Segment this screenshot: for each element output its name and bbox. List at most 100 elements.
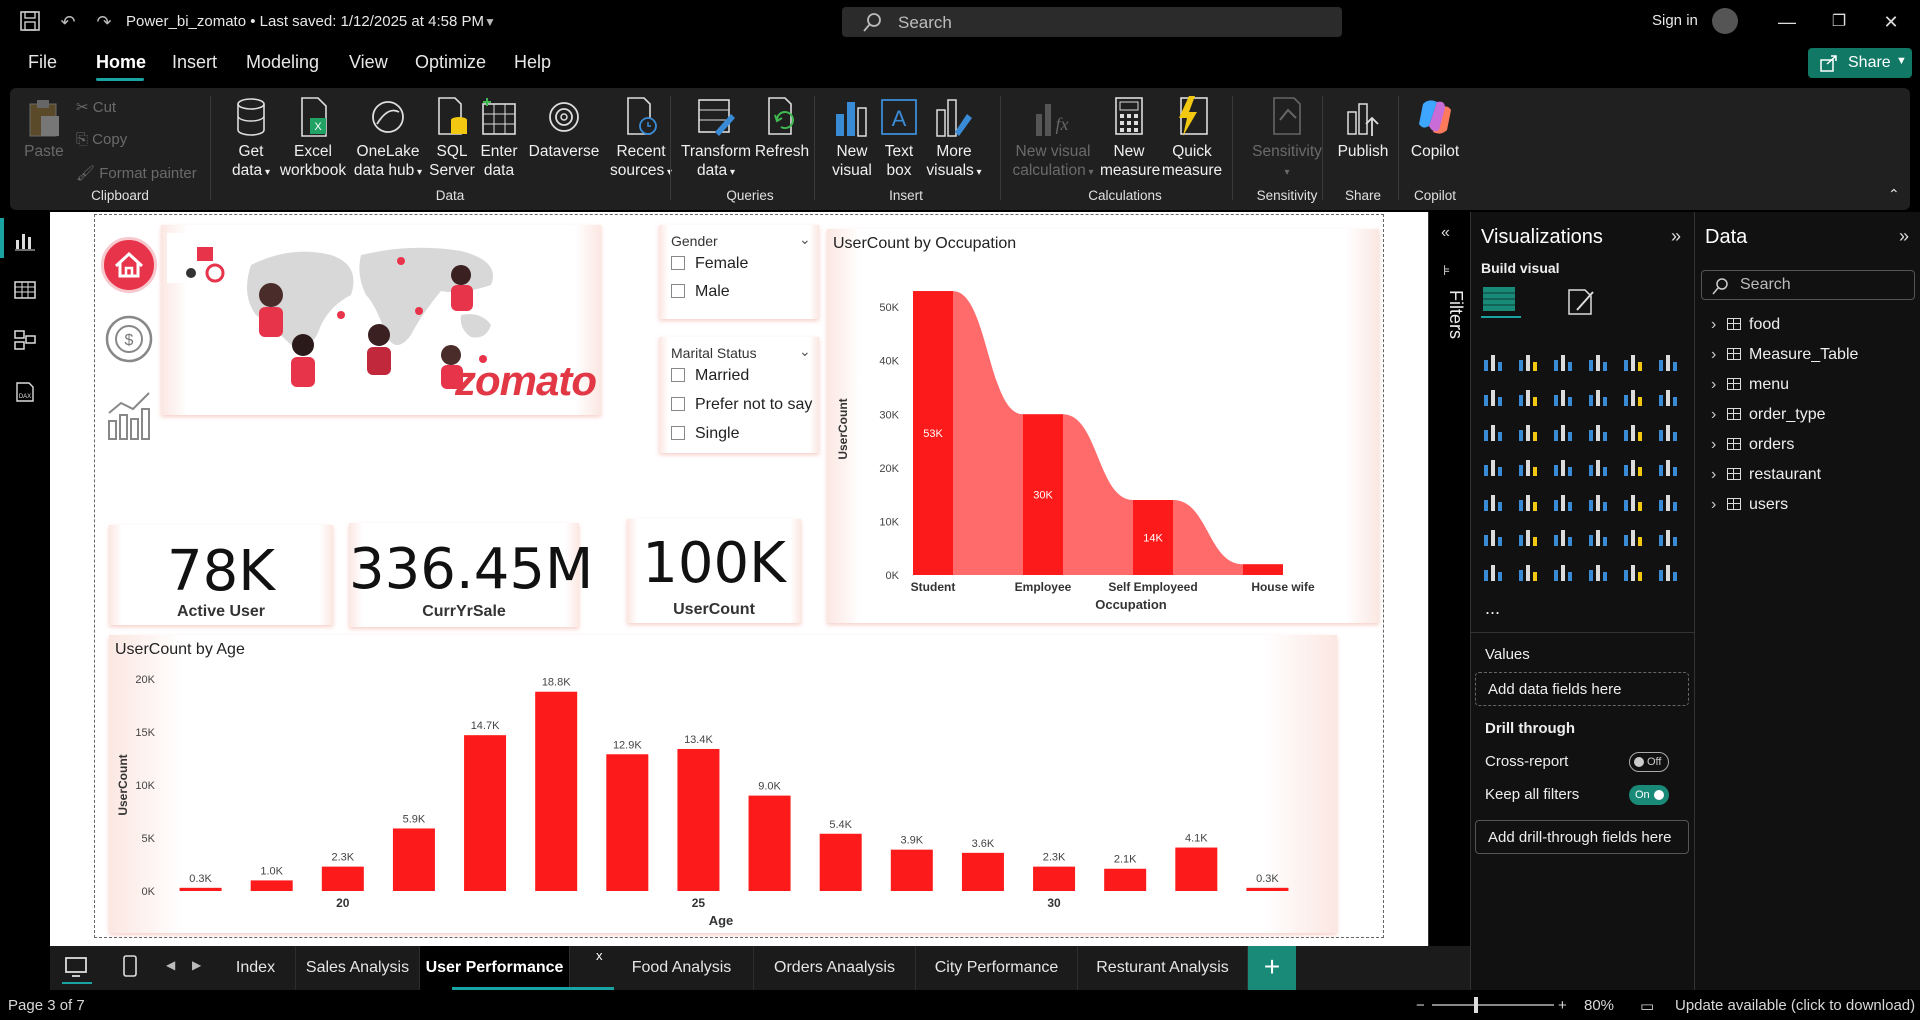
new-visual-calculation-button[interactable]: fx New visual calculation ▾ — [1008, 96, 1098, 182]
ribbon-area-icon[interactable] — [1586, 385, 1610, 409]
r-visual-icon[interactable] — [1656, 490, 1680, 514]
narrative-icon[interactable] — [1621, 525, 1645, 549]
funnel-icon[interactable] — [1551, 420, 1575, 444]
mobile-layout-icon[interactable] — [120, 954, 140, 985]
keep-all-filters-toggle[interactable]: On — [1629, 785, 1669, 805]
save-icon[interactable] — [18, 10, 42, 34]
matrix-icon[interactable] — [1621, 490, 1645, 514]
key-influencers-icon[interactable] — [1516, 525, 1540, 549]
table-item-menu[interactable]: › menu — [1711, 376, 1789, 394]
slicer-option-married[interactable]: Married — [671, 367, 749, 385]
model-view-icon[interactable] — [13, 328, 37, 352]
arcgis-icon[interactable] — [1586, 560, 1610, 584]
chevron-down-icon[interactable]: ⌄ — [799, 231, 811, 248]
page-tab-orders-anaalysis[interactable]: Orders Anaalysis — [754, 946, 916, 990]
filled-map-icon[interactable] — [1551, 455, 1575, 479]
slicer-option-male[interactable]: Male — [671, 283, 730, 301]
close-tab-icon[interactable]: x — [596, 948, 603, 963]
checkbox[interactable] — [671, 397, 685, 411]
zoom-out-button[interactable]: − — [1416, 997, 1425, 1014]
sign-in-link[interactable]: Sign in — [1652, 12, 1698, 29]
drill-through-well[interactable]: Add drill-through fields here — [1475, 820, 1689, 854]
collapse-ribbon-icon[interactable]: ⌃ — [1888, 186, 1900, 203]
paginated-report-icon[interactable] — [1481, 560, 1505, 584]
page-tab-food-analysis[interactable]: Food Analysis — [610, 946, 754, 990]
cross-report-toggle[interactable]: Off — [1629, 752, 1669, 772]
previous-page-icon[interactable]: ◀ — [166, 958, 175, 972]
chevron-down-icon[interactable]: ⌄ — [799, 343, 811, 360]
line-chart-icon[interactable] — [1481, 385, 1505, 409]
cut-button[interactable]: ✂ Cut — [76, 98, 116, 116]
sensitivity-button[interactable]: Sensitivity ▾ — [1242, 96, 1332, 182]
publish-button[interactable]: Publish — [1332, 96, 1394, 161]
format-visual-tab[interactable] — [1565, 286, 1599, 316]
checkbox[interactable] — [671, 426, 685, 440]
new-measure-button[interactable]: New measure — [1100, 96, 1160, 180]
table-item-orders[interactable]: › orders — [1711, 436, 1794, 454]
stacked-column-icon[interactable] — [1516, 350, 1540, 374]
page-tab-user-performance[interactable]: User Performance — [420, 946, 570, 990]
share-button[interactable]: Share ▼ — [1808, 48, 1912, 78]
new-visual-button[interactable]: New visual — [828, 96, 876, 180]
page-tab-city-performance[interactable]: City Performance — [916, 946, 1078, 990]
page-tab-sales-analysis[interactable]: Sales Analysis — [296, 946, 420, 990]
fit-to-page-icon[interactable]: ▭ — [1640, 997, 1654, 1015]
checkbox[interactable] — [671, 284, 685, 298]
menu-file[interactable]: File — [28, 52, 57, 73]
age-chart[interactable]: UserCount by Age 0K 5K 10K 15K 20K 0.3K 1.0K 2.… — [109, 635, 1337, 933]
recent-sources-button[interactable]: Recent sources ▾ — [606, 96, 676, 182]
expand-icon[interactable]: » — [1899, 226, 1909, 247]
slicer-option-female[interactable]: Female — [671, 255, 748, 273]
table-view-icon[interactable] — [13, 278, 37, 302]
sql-server-button[interactable]: SQL Server — [428, 96, 476, 180]
fabric-icon[interactable] — [1621, 560, 1645, 584]
slicer-option-prefer-not-to-say[interactable]: Prefer not to say — [671, 396, 812, 414]
update-available-link[interactable]: Update available (click to download) — [1675, 997, 1915, 1014]
copilot-button[interactable]: Copilot — [1404, 96, 1466, 161]
goals-icon[interactable] — [1656, 525, 1680, 549]
menu-modeling[interactable]: Modeling — [246, 52, 319, 73]
line-stacked-column-icon[interactable] — [1656, 385, 1680, 409]
azure-map-icon[interactable] — [1586, 455, 1610, 479]
zoom-slider[interactable] — [1432, 1004, 1554, 1006]
slicer-icon[interactable] — [1551, 490, 1575, 514]
treemap-icon[interactable] — [1481, 455, 1505, 479]
stacked-bar-icon[interactable] — [1481, 350, 1505, 374]
zoom-slider-handle[interactable] — [1474, 997, 1478, 1013]
avatar[interactable] — [1712, 8, 1738, 34]
menu-optimize[interactable]: Optimize — [415, 52, 486, 73]
format-painter-button[interactable]: 🖌 Format painter — [76, 164, 197, 182]
100-column-icon[interactable] — [1656, 350, 1680, 374]
filter-toggle-icon[interactable]: ⊧ — [1443, 262, 1450, 279]
refresh-button[interactable]: Refresh — [752, 96, 812, 161]
area-chart-icon[interactable] — [1516, 385, 1540, 409]
python-visual-icon[interactable] — [1481, 525, 1505, 549]
qna-icon[interactable] — [1586, 525, 1610, 549]
ribbon-chart-icon[interactable] — [1481, 420, 1505, 444]
sales-nav-button[interactable]: $ — [103, 313, 155, 365]
copy-button[interactable]: ⎘ Copy — [76, 131, 127, 148]
excel-workbook-button[interactable]: X Excel workbook — [278, 96, 348, 180]
quick-measure-button[interactable]: Quick measure — [1160, 96, 1224, 180]
kpi-card-curr-yr-sale[interactable]: 336.45M CurrYrSale — [349, 523, 593, 627]
filters-pane-label[interactable]: Filters — [1430, 290, 1466, 339]
clustered-column-icon[interactable] — [1586, 350, 1610, 374]
table-item-users[interactable]: › users — [1711, 496, 1788, 514]
multi-row-card-icon[interactable] — [1481, 490, 1505, 514]
home-nav-button[interactable] — [101, 237, 157, 293]
table-item-order-type[interactable]: › order_type — [1711, 406, 1826, 424]
occupation-chart[interactable]: UserCount by Occupation 0K 10K 20K 30K 40K 50… — [827, 229, 1379, 623]
kpi-card-user-count[interactable]: 100K UserCount — [627, 519, 801, 623]
add-page-button[interactable]: + — [1248, 946, 1296, 990]
decomposition-tree-icon[interactable] — [1551, 525, 1575, 549]
onelake-data-hub-button[interactable]: OneLake data hub ▾ — [352, 96, 424, 182]
desktop-layout-icon[interactable] — [62, 954, 92, 984]
data-search-input[interactable]: Search — [1701, 270, 1915, 300]
table-item-restaurant[interactable]: › restaurant — [1711, 466, 1821, 484]
search-input[interactable]: Search — [842, 7, 1342, 37]
restore-icon[interactable]: ❐ — [1824, 8, 1854, 36]
undo-icon[interactable]: ↶ — [56, 10, 80, 34]
build-visual-tab[interactable] — [1481, 284, 1521, 318]
transform-data-button[interactable]: Transform data ▾ — [680, 96, 752, 182]
power-apps-icon[interactable] — [1516, 560, 1540, 584]
